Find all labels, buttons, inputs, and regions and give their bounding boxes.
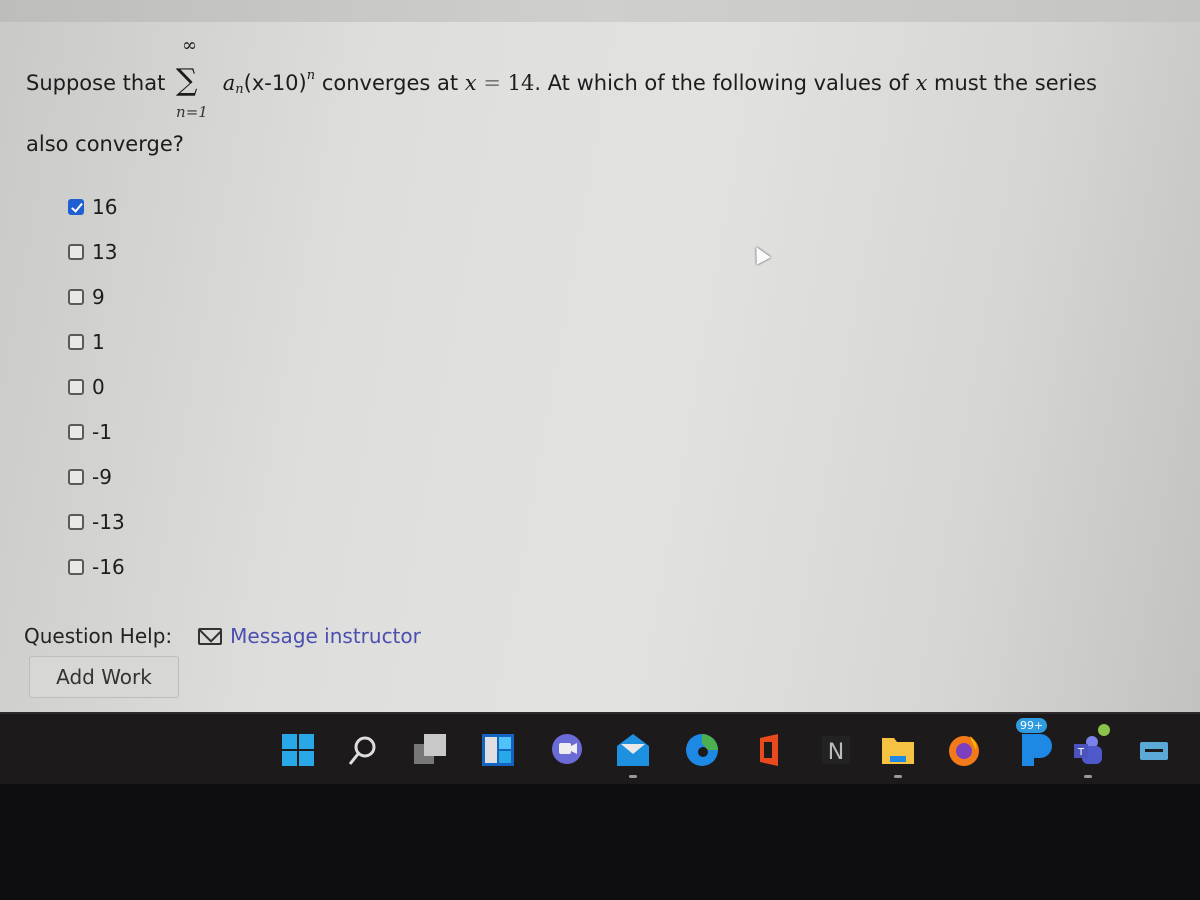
sum-upper-limit: ∞ — [182, 35, 198, 56]
folder-icon[interactable] — [880, 732, 916, 778]
add-work-button[interactable]: Add Work — [29, 656, 179, 698]
checkbox[interactable] — [68, 198, 84, 215]
sum-lower-limit: n=1 — [176, 103, 208, 121]
checkbox[interactable] — [68, 468, 84, 485]
windows-start-icon[interactable] — [280, 732, 316, 768]
choice-item[interactable]: 13 — [68, 229, 125, 274]
checkbox[interactable] — [68, 558, 84, 575]
keyboard-icon[interactable] — [1136, 732, 1172, 768]
widgets-icon[interactable] — [480, 732, 516, 768]
choice-item[interactable]: -13 — [68, 499, 125, 544]
chat-icon[interactable] — [548, 732, 584, 768]
choice-label: -1 — [92, 419, 112, 444]
choice-item[interactable]: 0 — [68, 364, 125, 409]
term-coefficient-sub: n — [235, 82, 244, 97]
message-instructor-link[interactable]: Message instructor — [230, 624, 421, 648]
checkbox[interactable] — [68, 333, 84, 350]
choice-item[interactable]: 16 — [68, 184, 125, 229]
choice-label: 1 — [92, 329, 105, 354]
choice-label: 16 — [92, 194, 118, 219]
top-band — [0, 0, 1200, 22]
choice-item[interactable]: -1 — [68, 409, 125, 454]
running-indicator — [629, 775, 637, 778]
question-line-2: also converge? — [26, 132, 184, 156]
summation: ∞ ∑ n=1 — [176, 35, 210, 121]
teams-icon[interactable]: T — [1070, 724, 1110, 778]
question-suffix-a: . At which of the following values of — [534, 71, 909, 95]
checkbox[interactable] — [68, 423, 84, 440]
question-suffix-b: must the series — [934, 71, 1097, 95]
taskbar: N 99+ T — [0, 712, 1200, 786]
notification-badge: 99+ — [1016, 718, 1048, 733]
choice-label: -9 — [92, 464, 112, 489]
svg-text:T: T — [1077, 747, 1085, 758]
question-point: 14 — [507, 71, 535, 95]
envelope-icon[interactable] — [198, 627, 223, 645]
running-indicator — [1084, 775, 1092, 778]
choice-item[interactable]: -16 — [68, 544, 125, 589]
answer-choices: 16 13 9 1 0 -1 -9 -13 -16 — [68, 184, 125, 589]
term-exponent: n — [306, 68, 316, 83]
checkbox[interactable] — [68, 243, 84, 260]
screen-bezel — [0, 784, 1200, 900]
question-help: Question Help: Message instructor — [24, 624, 421, 648]
svg-text:N: N — [828, 740, 844, 765]
question-prefix: Suppose that — [26, 71, 166, 95]
edge-icon[interactable] — [684, 732, 720, 768]
sigma-icon: ∑ — [176, 63, 198, 98]
question-help-label: Question Help: — [24, 624, 173, 648]
term-coefficient: a — [222, 71, 236, 95]
screen: Suppose that ∞ ∑ n=1 an(x-10)n converges… — [0, 0, 1200, 712]
checkbox[interactable] — [68, 513, 84, 530]
mail-app-icon[interactable] — [615, 732, 651, 778]
question-line-1: Suppose that ∞ ∑ n=1 an(x-10)n converges… — [26, 35, 1097, 121]
checkbox[interactable] — [68, 378, 84, 395]
question-eq: = — [476, 71, 508, 95]
choice-item[interactable]: 9 — [68, 274, 125, 319]
mouse-cursor-icon — [749, 243, 771, 265]
choice-label: 0 — [92, 374, 105, 399]
checkbox[interactable] — [68, 288, 84, 305]
running-indicator — [894, 775, 902, 778]
choice-item[interactable]: 1 — [68, 319, 125, 364]
choice-item[interactable]: -9 — [68, 454, 125, 499]
question-var: x — [464, 71, 477, 95]
task-view-icon[interactable] — [412, 732, 448, 768]
choice-label: 9 — [92, 284, 105, 309]
term-body: (x-10) — [243, 71, 307, 95]
question-middle: converges at — [321, 71, 459, 95]
choice-label: -13 — [92, 509, 125, 534]
choice-label: -16 — [92, 554, 125, 579]
firefox-icon[interactable] — [946, 732, 982, 768]
question-suffix-var: x — [915, 71, 928, 95]
status-available-icon — [1098, 724, 1110, 736]
notion-icon[interactable]: N — [818, 732, 854, 768]
choice-label: 13 — [92, 239, 118, 264]
search-icon[interactable] — [345, 732, 381, 768]
office-icon[interactable] — [752, 732, 788, 768]
pandora-icon[interactable]: 99+ — [1016, 718, 1054, 768]
